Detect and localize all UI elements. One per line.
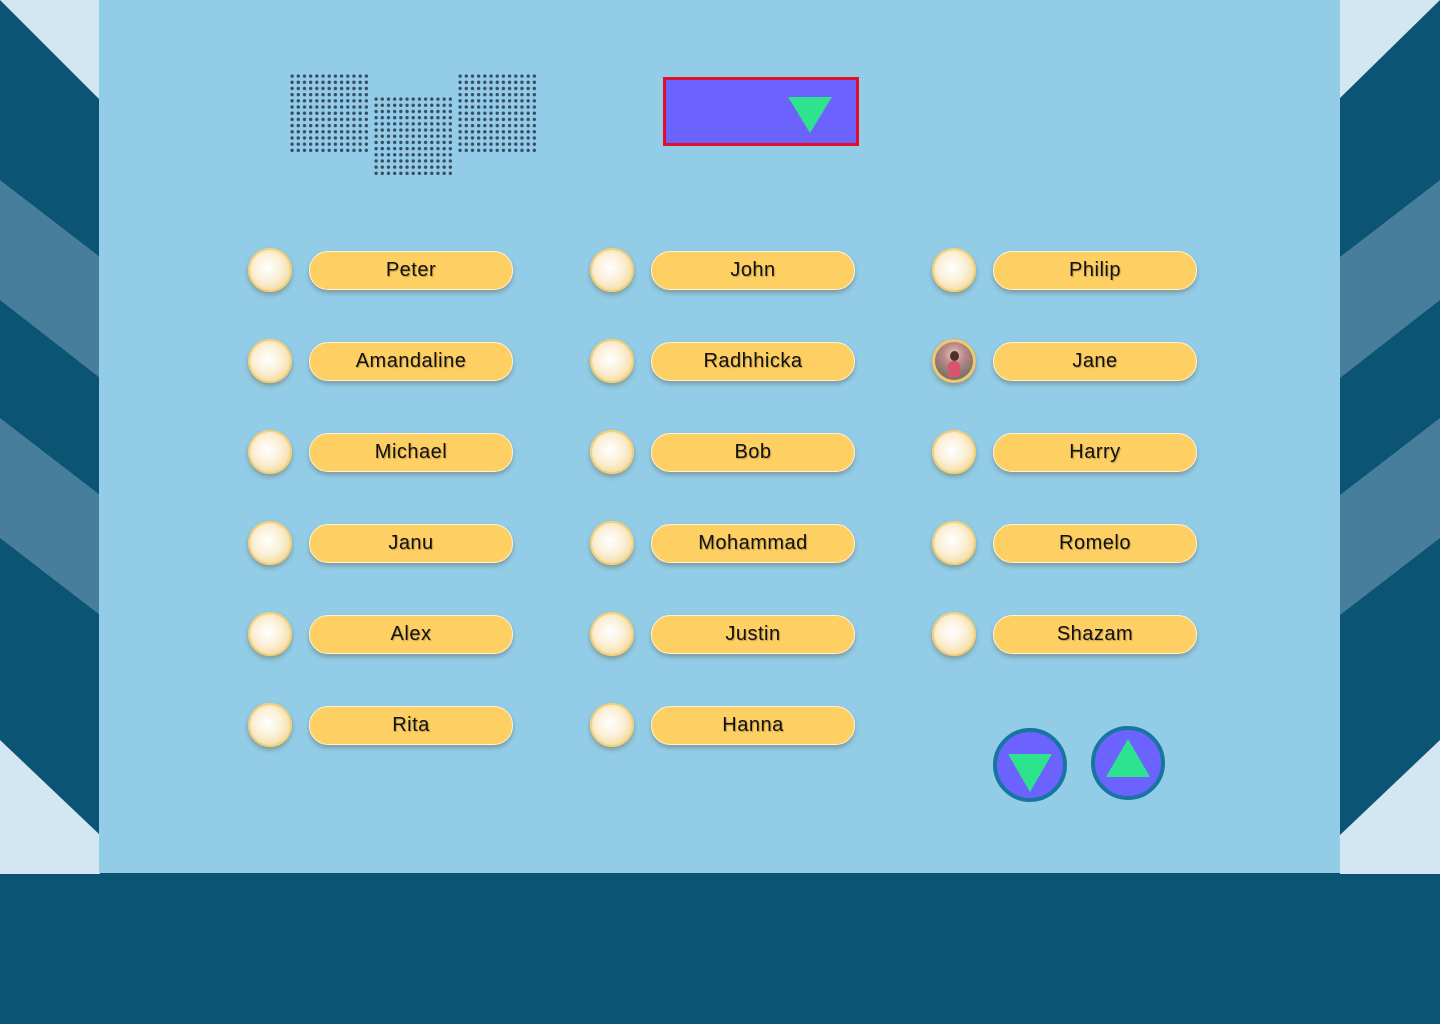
name-button[interactable]: Hanna <box>651 705 855 745</box>
scroll-up-button[interactable] <box>1091 726 1165 800</box>
list-item: Philip <box>932 248 1197 292</box>
radio-button[interactable] <box>932 612 976 656</box>
name-button[interactable]: Mohammad <box>651 523 855 563</box>
name-button[interactable]: Janu <box>309 523 513 563</box>
radio-button[interactable] <box>932 521 976 565</box>
speaker-grille-left <box>289 73 369 153</box>
list-item: Rita <box>248 703 513 747</box>
triangle-down-icon <box>788 97 832 133</box>
name-button[interactable]: Shazam <box>993 614 1197 654</box>
radio-button[interactable] <box>590 521 634 565</box>
dropdown-select[interactable] <box>663 77 859 146</box>
name-button[interactable]: Alex <box>309 614 513 654</box>
radio-button[interactable] <box>248 248 292 292</box>
name-button[interactable]: John <box>651 250 855 290</box>
name-button[interactable]: Bob <box>651 432 855 472</box>
radio-button[interactable] <box>248 339 292 383</box>
name-button[interactable]: Rita <box>309 705 513 745</box>
list-item: Romelo <box>932 521 1197 565</box>
list-item: Janu <box>248 521 513 565</box>
list-item: Mohammad <box>590 521 855 565</box>
right-decorative-panel <box>1340 0 1440 874</box>
radio-button[interactable] <box>590 430 634 474</box>
name-button[interactable]: Michael <box>309 432 513 472</box>
name-button[interactable]: Radhhicka <box>651 341 855 381</box>
name-button[interactable]: Harry <box>993 432 1197 472</box>
list-item: John <box>590 248 855 292</box>
radio-button[interactable] <box>590 612 634 656</box>
list-item: Hanna <box>590 703 855 747</box>
bottom-bar <box>0 874 1428 1024</box>
list-item: Amandaline <box>248 339 513 383</box>
name-button[interactable]: Amandaline <box>309 341 513 381</box>
triangle-up-icon <box>1106 739 1150 777</box>
speaker-grille-right <box>457 73 538 153</box>
radio-button[interactable] <box>590 339 634 383</box>
list-item: Alex <box>248 612 513 656</box>
radio-button[interactable] <box>590 703 634 747</box>
list-item: Michael <box>248 430 513 474</box>
list-item: Harry <box>932 430 1197 474</box>
radio-button[interactable] <box>248 521 292 565</box>
name-button-selected[interactable]: Jane <box>993 341 1197 381</box>
radio-button[interactable] <box>248 612 292 656</box>
name-button[interactable]: Justin <box>651 614 855 654</box>
radio-button[interactable] <box>590 248 634 292</box>
avatar[interactable] <box>932 339 976 383</box>
list-item: Bob <box>590 430 855 474</box>
name-button[interactable]: Peter <box>309 250 513 290</box>
list-item: Jane <box>932 339 1197 383</box>
list-item: Justin <box>590 612 855 656</box>
name-button[interactable]: Romelo <box>993 523 1197 563</box>
name-button[interactable]: Philip <box>993 250 1197 290</box>
scroll-down-button[interactable] <box>993 728 1067 802</box>
radio-button[interactable] <box>248 703 292 747</box>
triangle-down-icon <box>1008 754 1052 792</box>
radio-button[interactable] <box>248 430 292 474</box>
speaker-grille-center <box>373 96 453 176</box>
list-item: Radhhicka <box>590 339 855 383</box>
radio-button[interactable] <box>932 430 976 474</box>
list-item: Peter <box>248 248 513 292</box>
radio-button[interactable] <box>932 248 976 292</box>
list-item: Shazam <box>932 612 1197 656</box>
left-decorative-panel <box>0 0 100 874</box>
